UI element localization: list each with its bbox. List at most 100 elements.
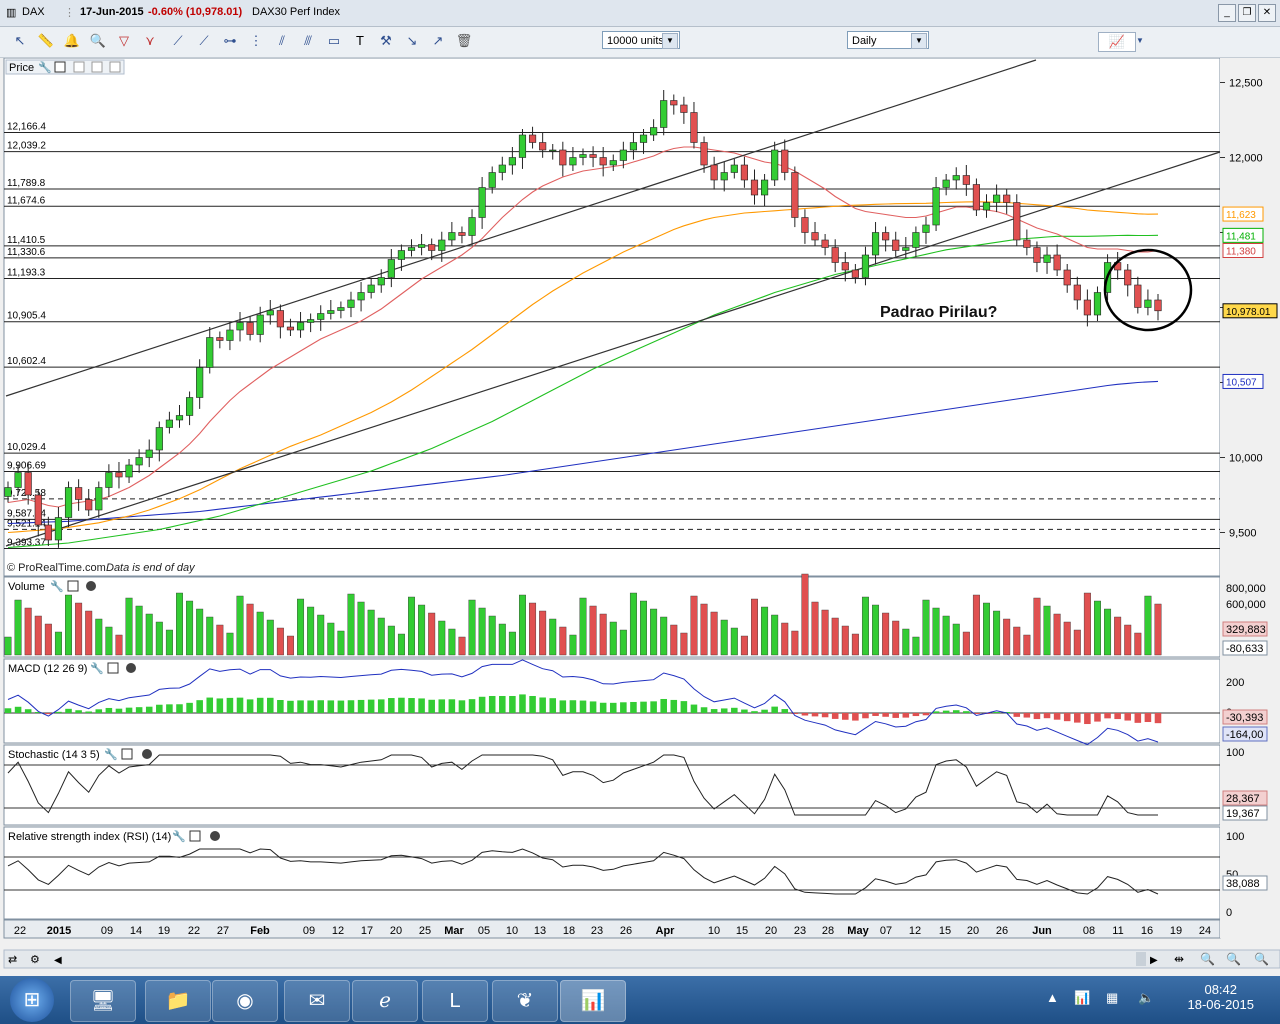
candle[interactable] [710, 164, 718, 181]
candle[interactable] [317, 313, 325, 320]
zoom-out-icon[interactable]: 🔍 [1226, 951, 1241, 966]
wrench-icon[interactable]: 🔧 [50, 579, 64, 593]
taskbar-app-ie-icon[interactable]: ℯ [352, 980, 418, 1022]
close-panel-icon[interactable] [109, 61, 121, 73]
candle[interactable] [256, 314, 264, 335]
candle[interactable] [155, 427, 163, 451]
candle[interactable] [75, 487, 83, 500]
arrow-down-icon[interactable]: ↘ [402, 32, 422, 50]
candle[interactable] [740, 164, 748, 181]
tray-volume-icon[interactable]: 🔈 [1138, 990, 1154, 1006]
taskbar-app-folder-icon[interactable]: 📁 [145, 980, 211, 1022]
close-panel-icon[interactable] [210, 831, 220, 841]
candle[interactable] [972, 184, 980, 211]
fit-icon[interactable]: ⇹ [1174, 952, 1184, 966]
candle[interactable] [105, 472, 113, 488]
chart-annotation[interactable]: Padrao Pirilau? [880, 304, 997, 321]
candle[interactable] [982, 202, 991, 211]
candle[interactable] [64, 487, 73, 518]
ruler-icon[interactable]: 📏 [36, 32, 56, 50]
cursor-icon[interactable]: ↖ [10, 32, 30, 50]
rectangle-icon[interactable]: ▭ [324, 32, 344, 50]
candle[interactable] [367, 284, 375, 293]
close-panel-icon[interactable] [142, 749, 152, 759]
candle[interactable] [851, 269, 859, 278]
wrench-icon[interactable]: 🔧 [38, 60, 52, 74]
candle[interactable] [135, 457, 143, 466]
wrench-icon[interactable]: 🔧 [90, 661, 104, 675]
candle[interactable] [569, 157, 577, 166]
candle[interactable] [670, 100, 678, 106]
trash-icon[interactable]: 🗑 [454, 32, 474, 50]
close-panel-icon[interactable] [86, 581, 96, 591]
candle[interactable] [34, 494, 42, 526]
candle[interactable] [639, 134, 648, 143]
candle[interactable] [690, 112, 698, 143]
candle[interactable] [660, 100, 668, 128]
candle[interactable] [286, 326, 295, 331]
candle[interactable] [962, 175, 970, 185]
candle[interactable] [508, 157, 516, 166]
candle[interactable] [1134, 284, 1142, 308]
candle[interactable] [720, 172, 728, 181]
candle[interactable] [932, 187, 940, 226]
candle[interactable] [629, 142, 638, 151]
minimize-icon[interactable]: _ [1218, 4, 1236, 22]
candle[interactable] [428, 244, 436, 251]
system-clock[interactable]: 08:42 18-06-2015 [1188, 982, 1255, 1012]
scroll-right-icon[interactable]: ▶ [1150, 955, 1158, 966]
tray-chart-icon[interactable]: 📊 [1074, 990, 1090, 1006]
candle[interactable] [196, 367, 204, 398]
candle[interactable] [357, 292, 365, 301]
candle[interactable] [1083, 299, 1091, 316]
candle[interactable] [680, 104, 688, 113]
candle[interactable] [14, 472, 22, 488]
candle[interactable] [1124, 269, 1132, 286]
candle[interactable] [4, 487, 12, 497]
candle[interactable] [498, 164, 506, 173]
candle[interactable] [1063, 269, 1071, 286]
sync-icon[interactable]: ⇄ [8, 954, 17, 966]
channel-icon[interactable]: ⫽ [272, 32, 292, 50]
candle[interactable] [599, 157, 607, 166]
settings-panel-icon[interactable] [91, 61, 103, 73]
candle[interactable] [1033, 247, 1041, 263]
candle[interactable] [276, 310, 284, 328]
text-icon[interactable]: T [350, 32, 370, 50]
gann-icon[interactable]: ⋎ [140, 32, 160, 50]
alarm-icon[interactable]: 🔔 [62, 32, 82, 50]
candle[interactable] [165, 419, 173, 428]
zoom-icon[interactable]: 🔍 [88, 32, 108, 50]
close-panel-icon[interactable] [126, 663, 136, 673]
candle[interactable] [791, 172, 799, 218]
maximize-icon[interactable] [107, 662, 119, 674]
candle[interactable] [700, 142, 708, 166]
candle[interactable] [952, 175, 960, 181]
close-icon[interactable]: ✕ [1258, 4, 1276, 22]
taskbar-app-outlook-icon[interactable]: ✉ [284, 980, 350, 1022]
candle[interactable] [871, 232, 880, 256]
candle[interactable] [559, 149, 567, 166]
candle[interactable] [609, 160, 617, 166]
candle[interactable] [922, 224, 930, 233]
restore-panel-icon[interactable] [73, 61, 85, 73]
vertical-line-icon[interactable]: ⋮ [246, 32, 266, 50]
taskbar-app-lync-icon[interactable]: L [422, 980, 488, 1022]
candle[interactable] [528, 134, 537, 143]
candle[interactable] [861, 254, 870, 278]
candle[interactable] [801, 217, 809, 233]
candle[interactable] [387, 259, 395, 278]
maximize-icon[interactable] [54, 61, 66, 73]
tools-icon[interactable]: ⚒ [376, 32, 396, 50]
candle[interactable] [781, 149, 789, 173]
maximize-icon[interactable] [189, 830, 201, 842]
candle[interactable] [1043, 254, 1051, 263]
taskbar-app-leaf-icon[interactable]: ❦ [492, 980, 558, 1022]
taskbar-app-chrome-icon[interactable]: ◉ [212, 980, 278, 1022]
candle[interactable] [1053, 254, 1061, 271]
candle[interactable] [236, 322, 244, 331]
candle[interactable] [327, 310, 335, 314]
candle[interactable] [892, 239, 900, 251]
candle[interactable] [841, 262, 849, 271]
chevron-down-icon[interactable]: ▼ [911, 33, 927, 49]
